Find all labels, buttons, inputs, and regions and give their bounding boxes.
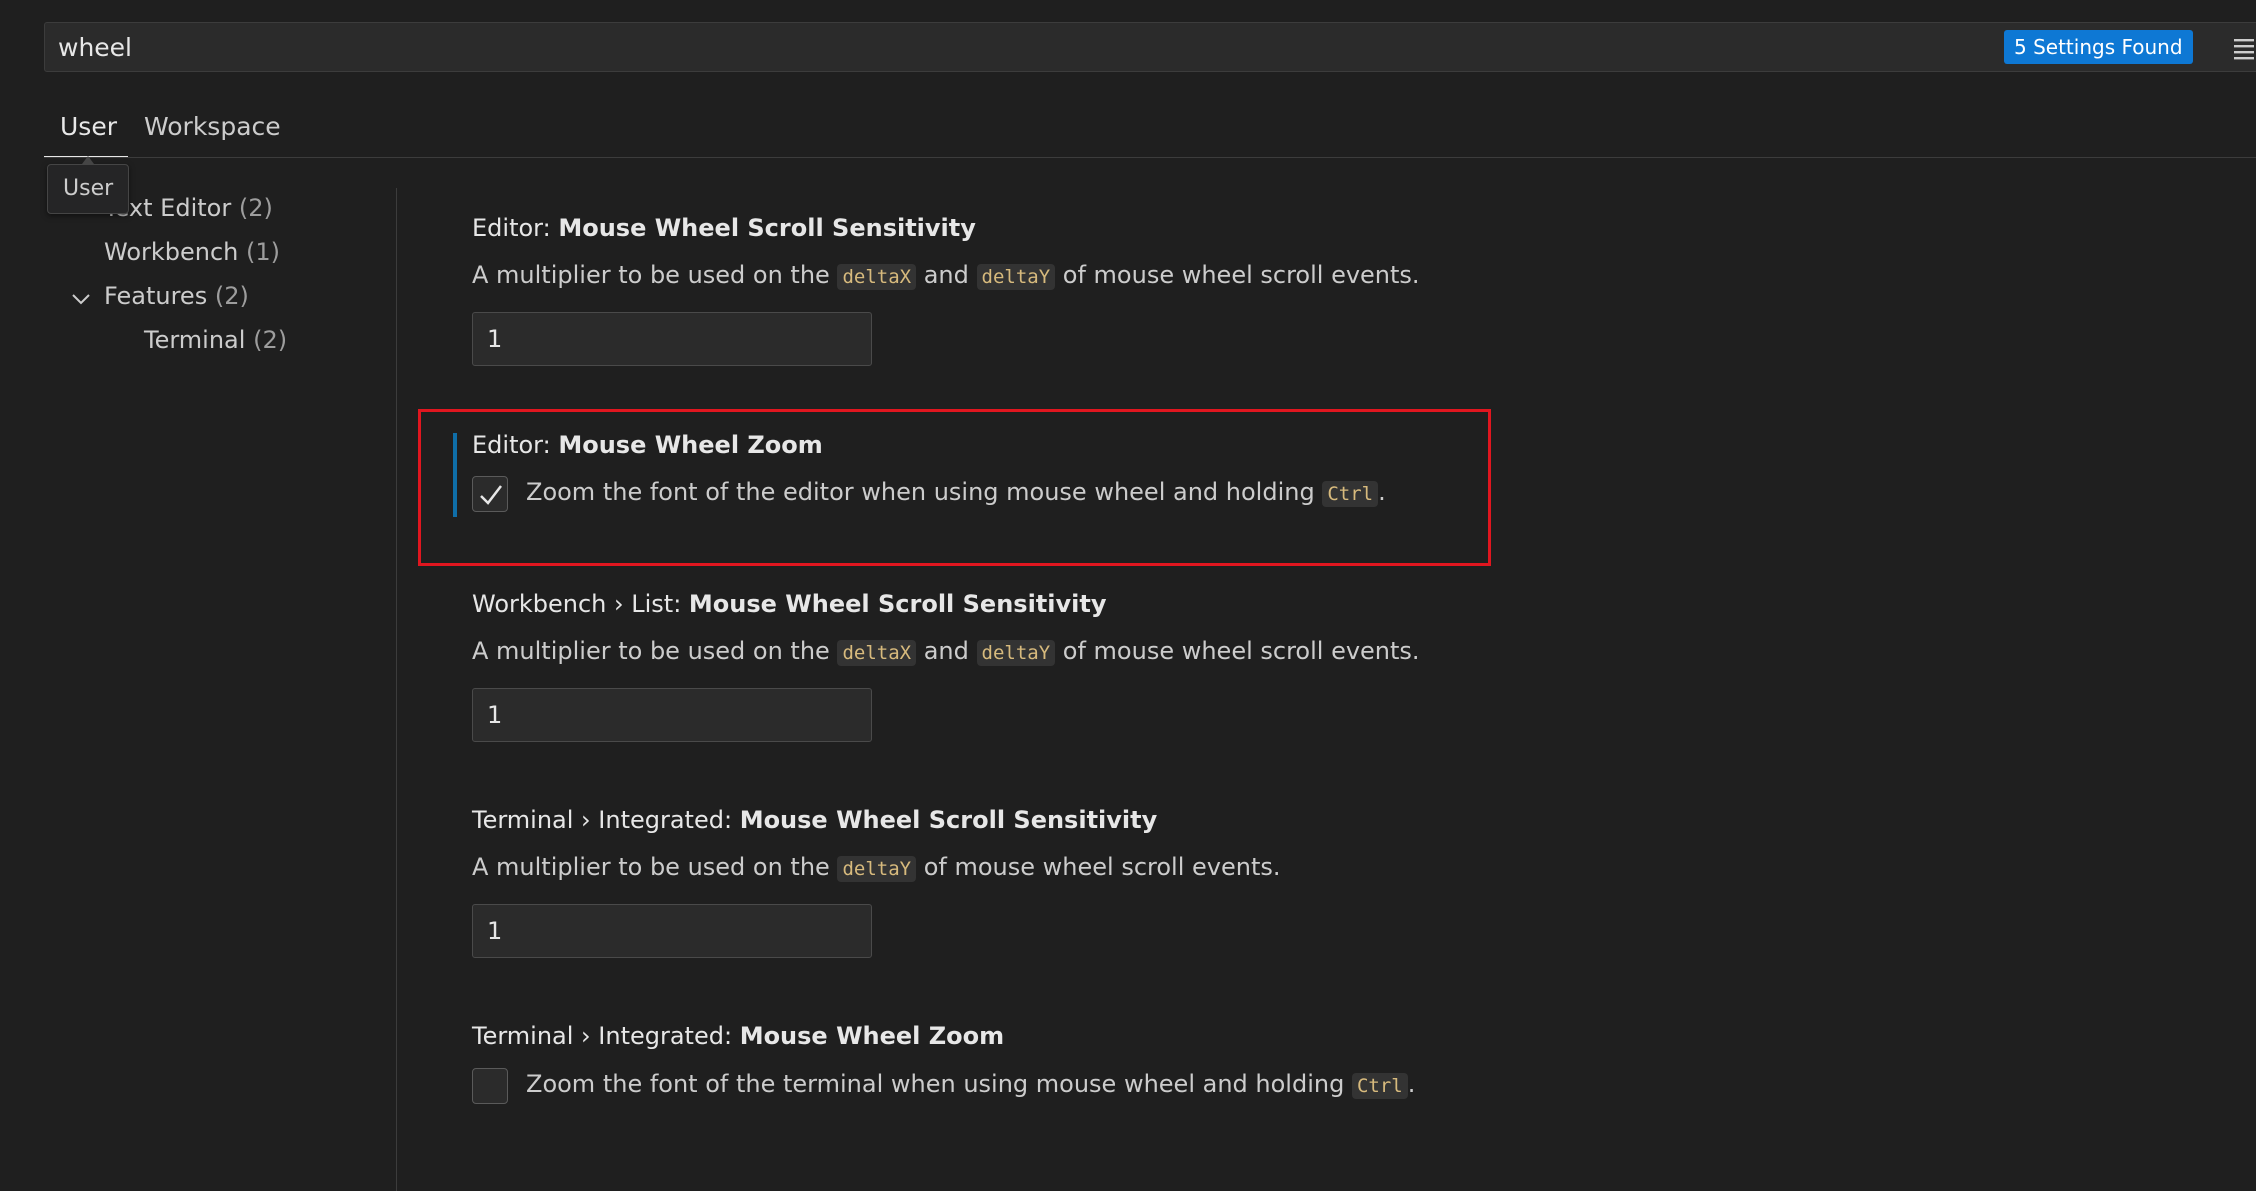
toc-item-text-editor[interactable]: Text Editor (2) xyxy=(104,194,273,222)
tooltip-pointer xyxy=(82,156,94,164)
inline-code: deltaY xyxy=(976,264,1056,290)
results-count-badge: 5 Settings Found xyxy=(2004,30,2193,64)
desc-text: and xyxy=(916,261,977,289)
editor-mouse-wheel-zoom-checkbox[interactable] xyxy=(472,476,508,512)
setting-title: Workbench › List: Mouse Wheel Scroll Sen… xyxy=(472,590,1106,618)
search-query-text: wheel xyxy=(58,33,132,62)
setting-title: Terminal › Integrated: Mouse Wheel Zoom xyxy=(472,1022,1004,1050)
setting-name: Mouse Wheel Scroll Sensitivity xyxy=(688,590,1107,618)
inline-code: deltaY xyxy=(976,640,1056,666)
toc-divider xyxy=(396,188,397,1191)
toc-item-workbench[interactable]: Workbench (1) xyxy=(104,238,280,266)
settings-editor: wheel 5 Settings Found User Workspace Us… xyxy=(0,0,2256,1191)
tabs-divider xyxy=(44,157,2256,158)
desc-text: Zoom the font of the editor when using m… xyxy=(526,478,1323,506)
setting-description: A multiplier to be used on the deltaY of… xyxy=(472,853,1281,882)
toc-item-terminal[interactable]: Terminal (2) xyxy=(144,326,287,354)
inline-code: Ctrl xyxy=(1351,1073,1408,1099)
desc-text: . xyxy=(1407,1070,1416,1098)
setting-category: Terminal › Integrated: xyxy=(472,1022,740,1050)
desc-text: A multiplier to be used on the xyxy=(472,853,838,881)
setting-title: Editor: Mouse Wheel Scroll Sensitivity xyxy=(472,214,976,242)
checkbox-label: Zoom the font of the terminal when using… xyxy=(526,1070,1416,1099)
toc-item-label: Features xyxy=(104,282,208,310)
desc-text: of mouse wheel scroll events. xyxy=(916,853,1281,881)
setting-category: Editor: xyxy=(472,214,559,242)
setting-name: Mouse Wheel Zoom xyxy=(558,431,823,459)
setting-title: Editor: Mouse Wheel Zoom xyxy=(472,431,823,459)
terminal-mouse-wheel-zoom-checkbox[interactable] xyxy=(472,1068,508,1104)
modified-indicator-bar xyxy=(453,433,457,517)
inline-code: deltaX xyxy=(837,264,917,290)
setting-description: A multiplier to be used on the deltaX an… xyxy=(472,637,1420,666)
setting-name: Mouse Wheel Scroll Sensitivity xyxy=(558,214,976,242)
checkmark-icon xyxy=(480,485,502,505)
terminal-scroll-sensitivity-input[interactable]: 1 xyxy=(472,904,872,958)
checkbox-label: Zoom the font of the editor when using m… xyxy=(526,478,1386,507)
inline-code: deltaY xyxy=(837,856,917,882)
desc-text: of mouse wheel scroll events. xyxy=(1055,637,1420,665)
toc-item-label: Terminal xyxy=(144,326,246,354)
desc-text: and xyxy=(916,637,977,665)
tab-workspace[interactable]: Workspace xyxy=(144,112,281,141)
setting-category: Editor: xyxy=(472,431,559,459)
list-scroll-sensitivity-input[interactable]: 1 xyxy=(472,688,872,742)
settings-search-input[interactable]: wheel xyxy=(44,22,2256,72)
desc-text: A multiplier to be used on the xyxy=(472,637,838,665)
toc-item-label: Workbench xyxy=(104,238,239,266)
desc-text: Zoom the font of the terminal when using… xyxy=(526,1070,1352,1098)
setting-description: A multiplier to be used on the deltaX an… xyxy=(472,261,1420,290)
tab-user[interactable]: User xyxy=(60,112,117,141)
toc-item-count: (2) xyxy=(253,326,288,354)
setting-name: Mouse Wheel Scroll Sensitivity xyxy=(739,806,1158,834)
toc-item-features[interactable]: Features (2) xyxy=(104,282,249,310)
toc-item-count: (2) xyxy=(238,194,273,222)
setting-category: Terminal › Integrated: xyxy=(472,806,740,834)
filter-list-icon[interactable] xyxy=(2232,36,2256,60)
setting-category: Workbench › List: xyxy=(472,590,689,618)
desc-text: . xyxy=(1378,478,1386,506)
tab-tooltip: User xyxy=(47,164,130,214)
inline-code: deltaX xyxy=(837,640,917,666)
setting-name: Mouse Wheel Zoom xyxy=(739,1022,1005,1050)
chevron-down-icon[interactable] xyxy=(70,288,92,310)
toc-item-count: (2) xyxy=(214,282,249,310)
desc-text: A multiplier to be used on the xyxy=(472,261,838,289)
desc-text: of mouse wheel scroll events. xyxy=(1055,261,1420,289)
setting-title: Terminal › Integrated: Mouse Wheel Scrol… xyxy=(472,806,1157,834)
inline-code: Ctrl xyxy=(1322,481,1379,507)
toc-item-count: (1) xyxy=(246,238,281,266)
editor-scroll-sensitivity-input[interactable]: 1 xyxy=(472,312,872,366)
